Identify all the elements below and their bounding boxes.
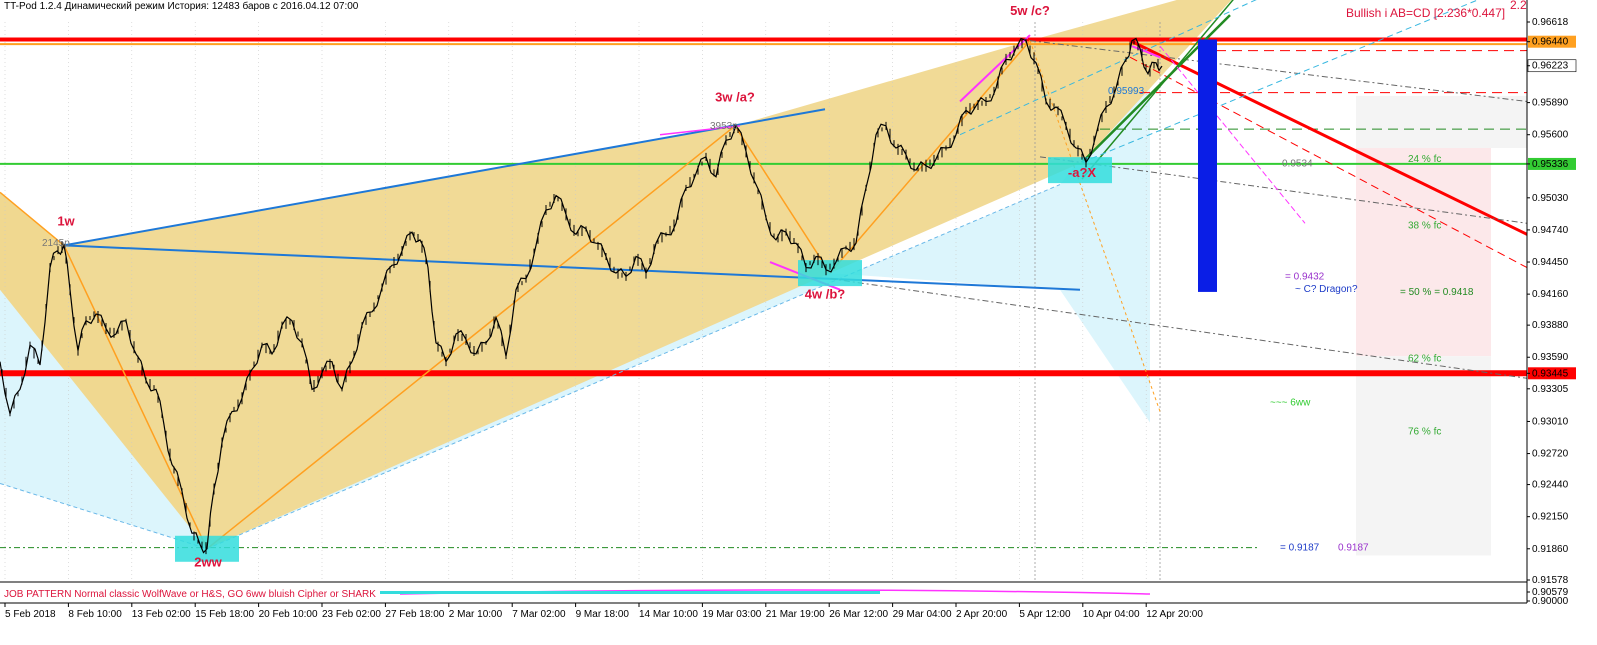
time-tick-label: 2 Mar 10:00	[449, 609, 503, 620]
chart-annotation: = 50 % = 0.9418	[1400, 287, 1474, 298]
chart-annotation: 24 % fc	[1408, 154, 1441, 165]
price-tick-label: 0.91860	[1532, 544, 1569, 555]
time-tick-label: 27 Feb 18:00	[385, 609, 444, 620]
time-tick-label: 8 Feb 10:00	[68, 609, 122, 620]
time-tick-label: 13 Feb 02:00	[132, 609, 191, 620]
time-tick-label: 23 Feb 02:00	[322, 609, 381, 620]
blue-target-bar	[1198, 39, 1217, 292]
chart-annotation: = 0.9187	[1280, 543, 1320, 554]
price-tick-label: 0.95030	[1532, 193, 1569, 204]
time-tick-label: 12 Apr 20:00	[1146, 609, 1203, 620]
chart-annotation: 0.95993	[1108, 86, 1145, 97]
projection-zone-gray-bottom	[1356, 356, 1491, 556]
time-tick-label: 5 Apr 12:00	[1019, 609, 1071, 620]
chart-annotation: 2145p	[42, 238, 70, 249]
time-tick-label: 20 Feb 10:00	[259, 609, 318, 620]
chart-annotation: ~ C? Dragon?	[1295, 284, 1358, 295]
price-tick-label: 0.95890	[1532, 98, 1569, 109]
price-tick-label: 0.94740	[1532, 225, 1569, 236]
price-tick-label: 0.96440	[1532, 37, 1569, 48]
price-tick-label: 0.93445	[1532, 368, 1569, 379]
price-tick-label: 0.96618	[1532, 17, 1569, 28]
pattern-footer: JOB PATTERN Normal classic WolfWave or H…	[4, 589, 376, 600]
projection-zone-pink	[1356, 147, 1491, 357]
price-tick-label: 0.91578	[1532, 575, 1569, 586]
title-bar: TT-Pod 1.2.4 Динамический режим История:…	[4, 0, 359, 12]
chart-annotation: 0.9534	[1282, 158, 1313, 169]
wave-label: -a?X	[1068, 165, 1097, 180]
time-tick-label: 14 Mar 10:00	[639, 609, 698, 620]
chart-annotation: 38 % fc	[1408, 220, 1441, 231]
wave-label: 1w	[57, 213, 75, 228]
price-tick-label: 0.93305	[1532, 384, 1569, 395]
chart-annotation: 76 % fc	[1408, 426, 1441, 437]
chart-root: 1w 2ww 3w /a? 4w /b? 5w /c? -a?X 0.95993 = 0.94…	[0, 0, 1597, 640]
pattern-title: Bullish i AB=CD [2.236*0.447]	[1346, 6, 1505, 20]
pattern-ratio: 2.2	[1510, 0, 1527, 12]
price-tick-label: 0.95336	[1532, 159, 1569, 170]
price-tick-label: 0.93880	[1532, 320, 1569, 331]
time-tick-label: 10 Apr 04:00	[1083, 609, 1140, 620]
time-tick-label: 29 Mar 04:00	[893, 609, 952, 620]
chart-annotation: 62 % fc	[1408, 353, 1441, 364]
chart-annotation: 0.9187	[1338, 543, 1369, 554]
time-tick-label: 19 Mar 03:00	[702, 609, 761, 620]
time-tick-label: 7 Mar 02:00	[512, 609, 566, 620]
price-tick-label: 0.94160	[1532, 289, 1569, 300]
time-tick-label: 26 Mar 12:00	[829, 609, 888, 620]
time-tick-label: 15 Feb 18:00	[195, 609, 254, 620]
price-tick-label: 0.93010	[1532, 416, 1569, 427]
projection-zone-gray-top	[1356, 95, 1527, 148]
price-tick-label: 0.90000	[1532, 596, 1569, 607]
price-tick-label: 0.95600	[1532, 130, 1569, 141]
wave-label: 3w /a?	[715, 89, 755, 104]
wave-label: 2ww	[194, 554, 222, 569]
indicator-band	[380, 591, 880, 594]
price-tick-label: 0.92440	[1532, 480, 1569, 491]
price-tick-label: 0.92150	[1532, 512, 1569, 523]
price-chart: 1w 2ww 3w /a? 4w /b? 5w /c? -a?X 0.95993 = 0.94…	[0, 0, 1597, 640]
price-tick-label: 0.94450	[1532, 257, 1569, 268]
chart-annotation: 3953p	[710, 121, 738, 132]
price-tick-label: 0.96223	[1532, 61, 1569, 72]
time-tick-label: 5 Feb 2018	[5, 609, 56, 620]
wave-label: 4w /b?	[805, 287, 846, 302]
price-tick-label: 0.93590	[1532, 352, 1569, 363]
time-tick-label: 9 Mar 18:00	[576, 609, 630, 620]
chart-annotation: ~~~ 6ww	[1270, 398, 1311, 409]
chart-annotation: = 0.9432	[1285, 271, 1325, 282]
time-tick-label: 21 Mar 19:00	[766, 609, 825, 620]
price-tick-label: 0.92720	[1532, 449, 1569, 460]
wave-label: 5w /c?	[1010, 3, 1050, 18]
time-tick-label: 2 Apr 20:00	[956, 609, 1008, 620]
